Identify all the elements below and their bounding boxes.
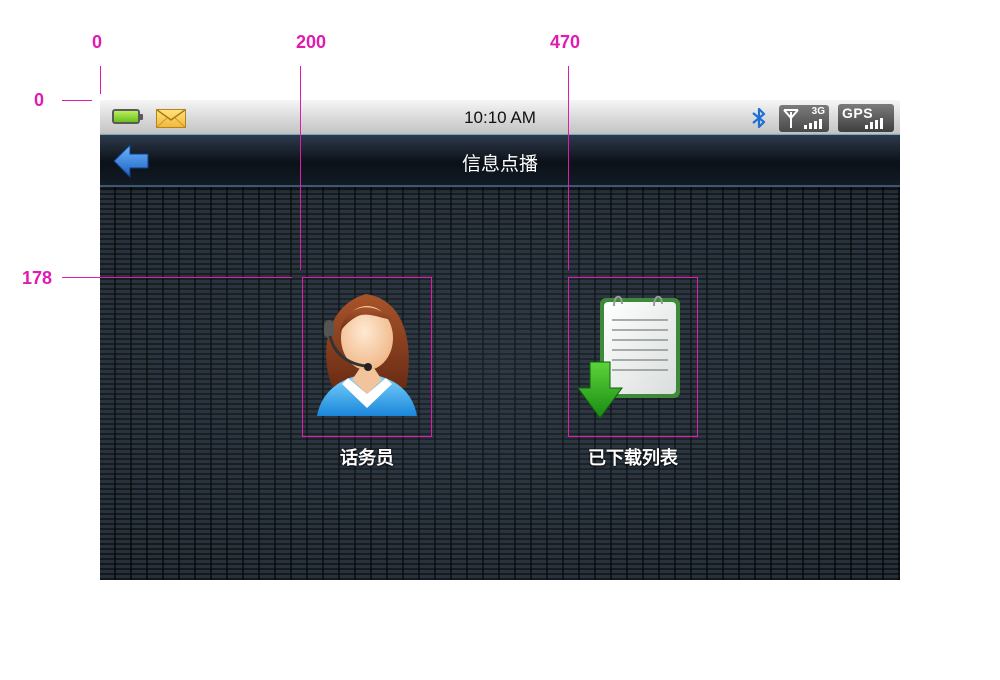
signal-type-label: 3G [811, 106, 825, 117]
device-screen: 10:10 AM 3G GPS 信息点播 话务员 已下载列表 [100, 100, 900, 580]
operator-tile-bounds [302, 277, 432, 437]
download-tile-bounds [568, 277, 698, 437]
signal-bars [804, 119, 822, 129]
tile-downloaded-list-label[interactable]: 已下载列表 [533, 444, 733, 470]
x-guide-0 [100, 66, 101, 94]
y-marker-178: 178 [22, 268, 53, 288]
gps-bars [865, 118, 883, 129]
y-marker-0: 0 [34, 90, 45, 110]
signal-icon: 3G [779, 105, 829, 132]
status-bar: 10:10 AM 3G GPS [100, 100, 900, 135]
x-guide-470 [568, 66, 569, 270]
x-marker-0: 0 [92, 32, 103, 52]
x-marker-200: 200 [296, 32, 327, 52]
gps-icon: GPS [838, 104, 894, 132]
y-guide-0 [62, 100, 92, 101]
bluetooth-icon [749, 106, 769, 135]
title-bar: 信息点播 [100, 135, 900, 187]
y-guide-178 [62, 277, 292, 278]
page-title: 信息点播 [461, 154, 538, 175]
tile-operator-label[interactable]: 话务员 [267, 444, 467, 470]
x-guide-200 [300, 66, 301, 270]
x-marker-470: 470 [550, 32, 581, 52]
